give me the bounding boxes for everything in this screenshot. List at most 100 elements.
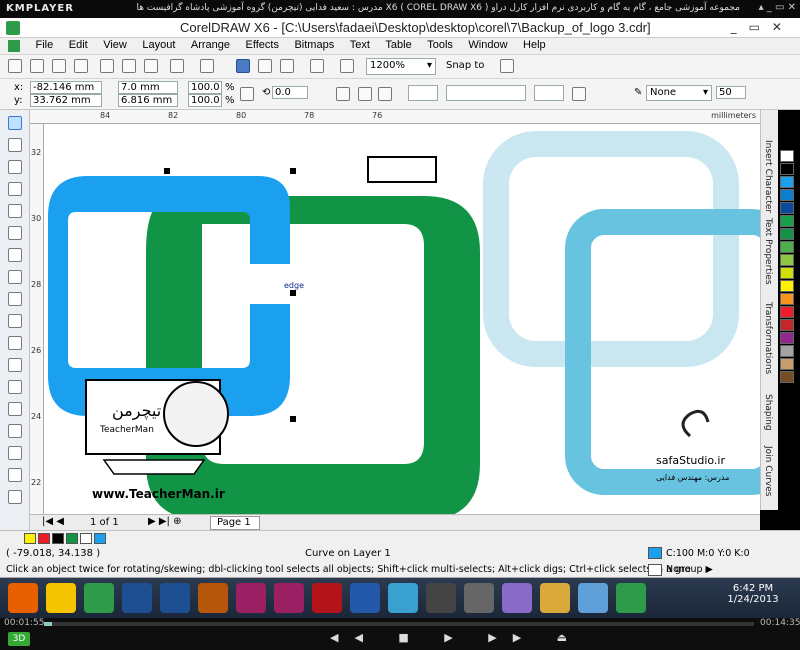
import-icon[interactable]: [258, 59, 272, 73]
doc-color-swatch[interactable]: [66, 533, 78, 544]
x-position-field[interactable]: -82.146 mm: [30, 81, 102, 94]
line-start-dropdown[interactable]: [408, 85, 438, 101]
palette-swatch[interactable]: [780, 280, 794, 292]
doc-color-swatch[interactable]: [38, 533, 50, 544]
open-icon[interactable]: [30, 59, 44, 73]
text-tool-icon[interactable]: [8, 336, 22, 350]
taskbar-app-folder-icon[interactable]: [540, 583, 570, 613]
taskbar-app-ai-icon[interactable]: [198, 583, 228, 613]
redo-icon[interactable]: [200, 59, 214, 73]
document-icon[interactable]: [8, 40, 20, 52]
taskbar-app-box-icon[interactable]: [578, 583, 608, 613]
menu-window[interactable]: Window: [462, 38, 513, 52]
drawing-canvas[interactable]: edge تیچرمن TeacherMan www.TeacherMan.ir…: [44, 124, 760, 514]
docker-tab-transformations[interactable]: Transformations: [763, 302, 773, 374]
palette-swatch[interactable]: [780, 241, 794, 253]
outline-color-swatch[interactable]: [648, 564, 662, 576]
palette-swatch[interactable]: [780, 345, 794, 357]
smart-fill-icon[interactable]: [8, 226, 22, 240]
rectangle-tool-icon[interactable]: [8, 248, 22, 262]
taskbar-app-dvd-icon[interactable]: [502, 583, 532, 613]
menu-view[interactable]: View: [97, 38, 133, 52]
doc-color-swatch[interactable]: [80, 533, 92, 544]
mirror-horizontal-icon[interactable]: [336, 87, 350, 101]
system-clock[interactable]: 6:42 PM 1/24/2013: [718, 583, 788, 605]
new-document-icon[interactable]: [8, 59, 22, 73]
fill-tool-icon[interactable]: [8, 490, 22, 504]
menu-arrange[interactable]: Arrange: [185, 38, 236, 52]
taskbar-app-id-icon[interactable]: [274, 583, 304, 613]
save-icon[interactable]: [52, 59, 66, 73]
application-launcher-icon[interactable]: [310, 59, 324, 73]
palette-swatch[interactable]: [780, 254, 794, 266]
table-tool-icon[interactable]: [8, 358, 22, 372]
taskbar-app-id-icon[interactable]: [236, 583, 266, 613]
doc-color-swatch[interactable]: [94, 533, 106, 544]
scale-x-field[interactable]: 100.0: [188, 81, 222, 94]
menu-text[interactable]: Text: [344, 38, 376, 52]
taskbar-app-star-icon[interactable]: [46, 583, 76, 613]
menu-table[interactable]: Table: [379, 38, 417, 52]
zoom-level-select[interactable]: 1200% ▾: [366, 58, 436, 75]
fill-color-swatch[interactable]: [648, 547, 662, 559]
outline-size-field[interactable]: 50: [716, 86, 746, 99]
doc-color-swatch[interactable]: [52, 533, 64, 544]
vertical-ruler[interactable]: 32 30 28 26 24 22: [30, 124, 44, 514]
palette-swatch[interactable]: [780, 293, 794, 305]
connector-tool-icon[interactable]: [8, 402, 22, 416]
window-controls[interactable]: _▭✕: [731, 20, 794, 34]
snap-to-button[interactable]: Snap to: [446, 60, 484, 71]
width-field[interactable]: 7.0 mm: [118, 81, 178, 94]
palette-swatch[interactable]: [780, 163, 794, 175]
zoom-tool-icon[interactable]: [8, 182, 22, 196]
palette-swatch[interactable]: [780, 150, 794, 162]
menu-effects[interactable]: Effects: [240, 38, 285, 52]
menu-layout[interactable]: Layout: [136, 38, 181, 52]
taskbar-app-sync-icon[interactable]: [388, 583, 418, 613]
freehand-tool-icon[interactable]: [8, 204, 22, 218]
shape-tool-icon[interactable]: [8, 138, 22, 152]
basic-shapes-icon[interactable]: [8, 314, 22, 328]
docker-tab-join-curves[interactable]: Join Curves: [763, 446, 773, 496]
pick-tool-icon[interactable]: [8, 116, 22, 130]
export-icon[interactable]: [280, 59, 294, 73]
taskbar-app-a-icon[interactable]: [464, 583, 494, 613]
taskbar-app-cd-icon[interactable]: [426, 583, 456, 613]
3d-button[interactable]: 3D: [8, 632, 30, 646]
docker-tab-text-properties[interactable]: Text Properties: [763, 218, 773, 285]
print-icon[interactable]: [74, 59, 88, 73]
page-tab[interactable]: Page 1: [210, 516, 260, 530]
palette-swatch[interactable]: [780, 202, 794, 214]
palette-swatch[interactable]: [780, 306, 794, 318]
ellipse-tool-icon[interactable]: [8, 270, 22, 284]
menu-edit[interactable]: Edit: [63, 38, 94, 52]
palette-swatch[interactable]: [780, 228, 794, 240]
outline-width-dropdown[interactable]: None ▾: [646, 85, 712, 101]
scale-y-field[interactable]: 100.0: [188, 94, 222, 107]
lock-ratio-icon[interactable]: [240, 87, 254, 101]
wrap-text-icon[interactable]: [572, 87, 586, 101]
kmplayer-window-controls[interactable]: ▴ _ ▭ ✕: [759, 2, 796, 13]
doc-color-swatch[interactable]: [24, 533, 36, 544]
cut-icon[interactable]: [100, 59, 114, 73]
palette-swatch[interactable]: [780, 319, 794, 331]
undo-icon[interactable]: [170, 59, 184, 73]
paste-icon[interactable]: [144, 59, 158, 73]
copy-icon[interactable]: [122, 59, 136, 73]
docker-tab-insert-character[interactable]: Insert Character: [763, 140, 773, 213]
curve-tool-icon[interactable]: [378, 87, 392, 101]
taskbar-app-firefox-icon[interactable]: [8, 583, 38, 613]
line-end-dropdown[interactable]: [534, 85, 564, 101]
dimension-tool-icon[interactable]: [8, 380, 22, 394]
taskbar-app-corel-icon[interactable]: [616, 583, 646, 613]
eyedropper-tool-icon[interactable]: [8, 446, 22, 460]
taskbar-app-corel-icon[interactable]: [84, 583, 114, 613]
palette-swatch[interactable]: [780, 332, 794, 344]
palette-swatch[interactable]: [780, 189, 794, 201]
options-icon[interactable]: [500, 59, 514, 73]
blend-tool-icon[interactable]: [8, 424, 22, 438]
palette-swatch[interactable]: [780, 267, 794, 279]
polygon-tool-icon[interactable]: [8, 292, 22, 306]
menu-bitmaps[interactable]: Bitmaps: [288, 38, 340, 52]
taskbar-app-fl-icon[interactable]: [312, 583, 342, 613]
